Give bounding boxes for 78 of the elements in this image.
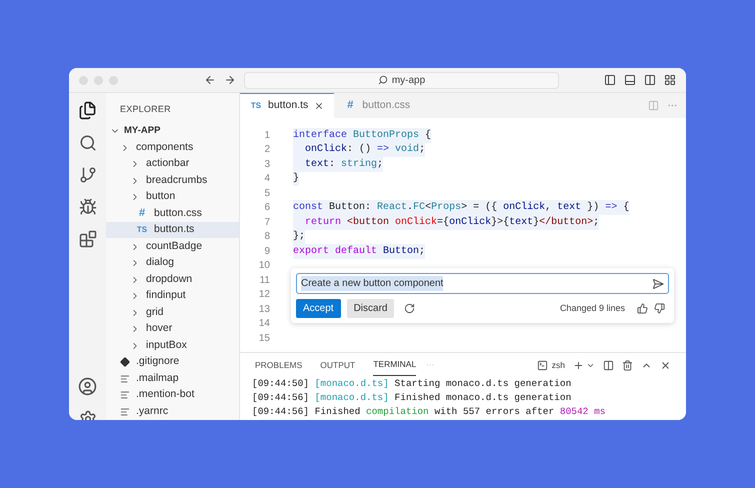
folder-item[interactable]: grid xyxy=(106,304,239,321)
source-control-icon[interactable] xyxy=(78,166,96,184)
line-number: 6 xyxy=(263,201,270,216)
text-file-icon xyxy=(120,374,130,384)
folder-item[interactable]: actionbar xyxy=(106,156,239,172)
folder-item[interactable]: countBadge xyxy=(106,238,239,255)
command-search-field[interactable]: my-app xyxy=(244,72,559,88)
text-file-icon xyxy=(120,390,130,400)
css-file-icon: # xyxy=(344,97,356,114)
account-icon[interactable] xyxy=(78,377,97,396)
folder-item[interactable]: components xyxy=(106,139,239,156)
toggle-sidebar-icon[interactable] xyxy=(604,74,616,86)
panel-tab[interactable]: OUTPUT xyxy=(320,354,356,376)
line-number: 12 xyxy=(258,288,270,302)
file-item[interactable]: # button.css xyxy=(106,205,239,222)
explorer-files-icon[interactable] xyxy=(78,101,97,120)
folder-item[interactable]: button xyxy=(106,188,239,206)
line-number: 5 xyxy=(263,186,270,201)
customize-layout-icon[interactable] xyxy=(664,74,676,86)
folder-root[interactable]: MY-APP xyxy=(106,122,239,140)
thumbs-up-icon[interactable] xyxy=(637,303,648,314)
discard-button[interactable]: Discard xyxy=(346,299,394,318)
search-icon xyxy=(378,75,388,85)
toggle-panel-icon[interactable] xyxy=(624,74,636,86)
split-terminal-icon[interactable] xyxy=(603,360,614,370)
folder-item[interactable]: dialog xyxy=(106,254,239,272)
file-item[interactable]: TS button.ts xyxy=(106,222,239,238)
accept-button[interactable]: Accept xyxy=(296,299,341,318)
send-icon[interactable] xyxy=(652,278,664,290)
text-file-icon xyxy=(120,406,130,417)
typescript-file-icon: TS xyxy=(250,100,262,112)
folder-item[interactable]: inputBox xyxy=(106,337,239,354)
regenerate-icon[interactable] xyxy=(404,303,416,314)
file-item[interactable]: .yarnrc xyxy=(106,403,239,420)
thumbs-down-icon[interactable] xyxy=(654,303,665,314)
typescript-file-icon: TS xyxy=(136,224,148,236)
line-number: 10 xyxy=(258,259,270,274)
panel-tab[interactable]: TERMINAL xyxy=(373,354,416,376)
run-debug-icon[interactable] xyxy=(78,198,96,216)
add-terminal-icon[interactable] xyxy=(573,360,584,370)
line-number: 1 xyxy=(263,128,270,143)
close-icon[interactable] xyxy=(314,101,324,111)
terminal-line: [09:44:56] [monaco.d.ts] Finished monaco.d.ts generation xyxy=(252,391,572,405)
line-number: 15 xyxy=(258,332,270,346)
git-file-icon xyxy=(120,357,130,368)
folder-item[interactable]: hover xyxy=(106,320,239,338)
file-item[interactable]: .mention-bot xyxy=(106,386,239,404)
line-number: 4 xyxy=(263,172,270,186)
terminal-line: [09:44:50] [monaco.d.ts] Starting monaco.d.ts generation xyxy=(252,377,572,391)
file-item[interactable]: .mailmap xyxy=(106,370,239,387)
forward-arrow-icon[interactable] xyxy=(224,74,236,86)
folder-item[interactable]: dropdown xyxy=(106,271,239,288)
line-number: 3 xyxy=(263,158,270,172)
css-file-icon: # xyxy=(136,205,148,222)
panel-tab[interactable]: PROBLEMS xyxy=(255,354,302,376)
change-summary: Changed 9 lines xyxy=(560,302,625,315)
line-number: 8 xyxy=(263,230,270,244)
search-icon[interactable] xyxy=(78,134,96,152)
line-number: 9 xyxy=(263,244,270,259)
shell-name[interactable]: zsh xyxy=(552,358,565,372)
editor-tab[interactable]: TS button.ts xyxy=(240,93,334,118)
folder-item[interactable]: breadcrumbs xyxy=(106,172,239,189)
prompt-input[interactable]: Create a new button component xyxy=(296,273,669,294)
line-number: 13 xyxy=(258,302,270,317)
file-item[interactable]: .gitignore xyxy=(106,354,239,370)
line-number: 11 xyxy=(258,274,270,288)
line-number: 14 xyxy=(258,317,270,332)
sidebar-title: EXPLORER xyxy=(119,103,172,116)
terminal-line: [09:44:56] Finished compilation with 557 errors after 80542 ms xyxy=(252,405,606,419)
folder-item[interactable]: findinput xyxy=(106,288,239,304)
extensions-icon[interactable] xyxy=(78,230,96,248)
line-number: 2 xyxy=(263,143,270,158)
line-number: 7 xyxy=(263,216,270,230)
back-arrow-icon[interactable] xyxy=(204,74,216,86)
trash-icon[interactable] xyxy=(622,360,633,370)
terminal-icon xyxy=(536,360,548,370)
close-icon[interactable] xyxy=(660,360,671,370)
toggle-secondary-sidebar-icon[interactable] xyxy=(644,74,656,86)
